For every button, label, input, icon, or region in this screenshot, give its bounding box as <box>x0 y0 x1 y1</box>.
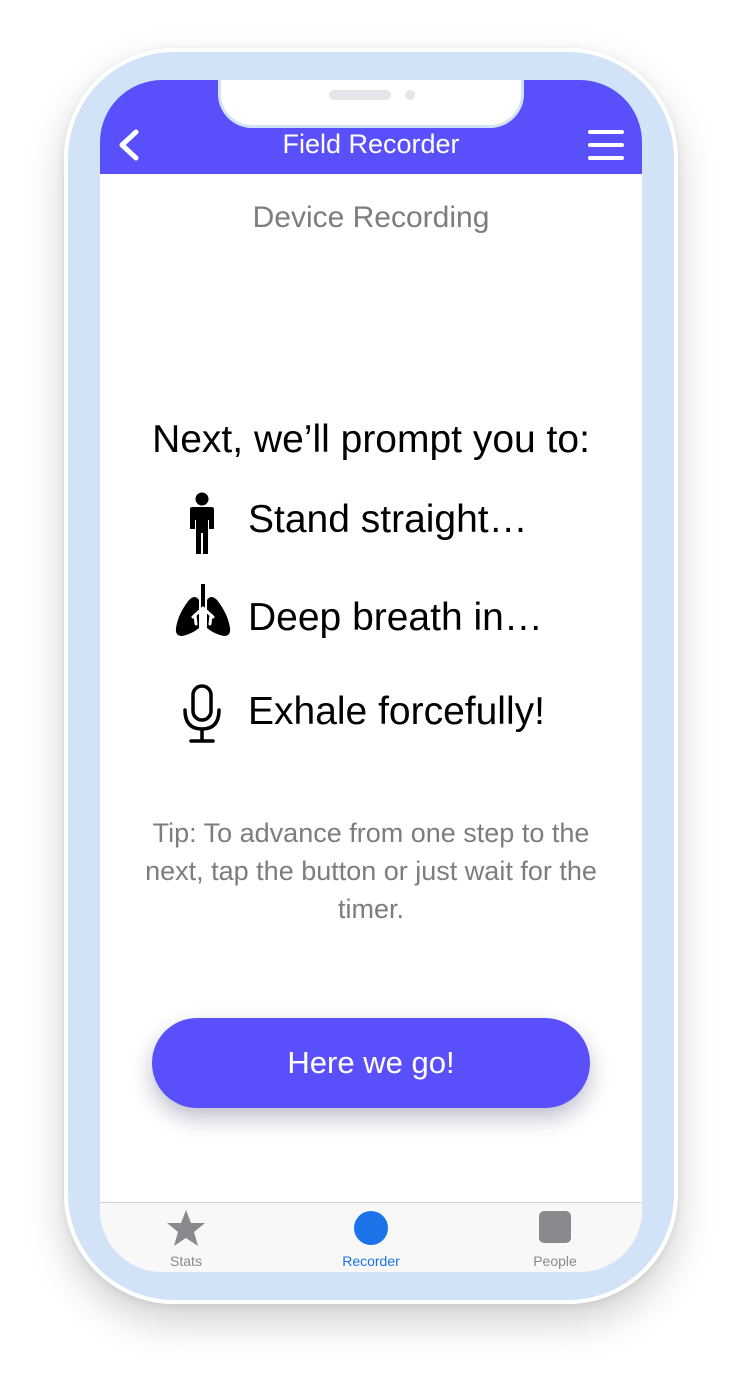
tab-label: Recorder <box>342 1253 400 1269</box>
tab-recorder[interactable]: Recorder <box>301 1203 441 1272</box>
app-screen: Field Recorder Device Recording Next, we… <box>100 80 642 1272</box>
star-icon <box>167 1210 205 1246</box>
step-exhale: Exhale forcefully! <box>100 684 642 744</box>
device-notch <box>218 80 524 128</box>
square-icon <box>539 1211 571 1243</box>
step-label: Stand straight… <box>248 498 528 541</box>
tab-label: People <box>533 1253 577 1269</box>
prompt-intro-text: Next, we’ll prompt you to: <box>152 418 590 461</box>
lungs-icon <box>175 584 231 636</box>
camera-dot <box>405 90 415 100</box>
step-label: Exhale forcefully! <box>248 690 545 733</box>
step-deep-breath: Deep breath in… <box>100 584 642 650</box>
step-stand-straight: Stand straight… <box>100 492 642 554</box>
tab-people[interactable]: People <box>485 1203 625 1272</box>
tab-stats[interactable]: Stats <box>116 1203 256 1272</box>
tab-bar: Stats Recorder People <box>100 1202 642 1272</box>
step-label: Deep breath in… <box>248 596 543 639</box>
tip-text: Tip: To advance from one step to the nex… <box>145 818 597 924</box>
section-heading: Device Recording <box>252 201 490 234</box>
page-title: Field Recorder <box>282 129 460 159</box>
speaker-grille <box>329 90 391 100</box>
person-standing-icon <box>190 492 214 554</box>
hamburger-icon <box>588 130 624 134</box>
menu-button[interactable] <box>588 128 626 164</box>
microphone-icon <box>183 684 221 743</box>
tab-label: Stats <box>170 1253 202 1269</box>
circle-icon <box>354 1211 388 1245</box>
start-recording-button[interactable]: Here we go! <box>152 1018 590 1108</box>
